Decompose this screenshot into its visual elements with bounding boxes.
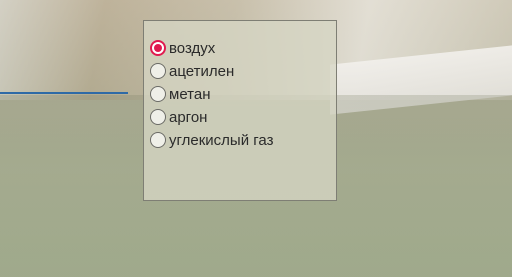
answer-options-panel: воздух ацетилен метан аргон углекислый г… [143,20,337,201]
radio-unselected-icon[interactable] [150,132,166,148]
option-label: аргон [169,108,208,126]
option-label: метан [169,85,211,103]
option-metan[interactable]: метан [150,83,210,105]
radio-unselected-icon[interactable] [150,109,166,125]
radio-unselected-icon[interactable] [150,63,166,79]
radio-unselected-icon[interactable] [150,86,166,102]
blue-divider-line [0,92,128,94]
option-uglekislyi-gaz[interactable]: углекислый газ [150,129,273,151]
option-label: углекислый газ [169,131,274,149]
option-label: воздух [169,39,216,57]
option-argon[interactable]: аргон [150,106,207,128]
radio-selected-icon[interactable] [150,40,166,56]
option-label: ацетилен [169,62,235,80]
option-vozdukh[interactable]: воздух [150,37,215,59]
option-atsetilen[interactable]: ацетилен [150,60,234,82]
